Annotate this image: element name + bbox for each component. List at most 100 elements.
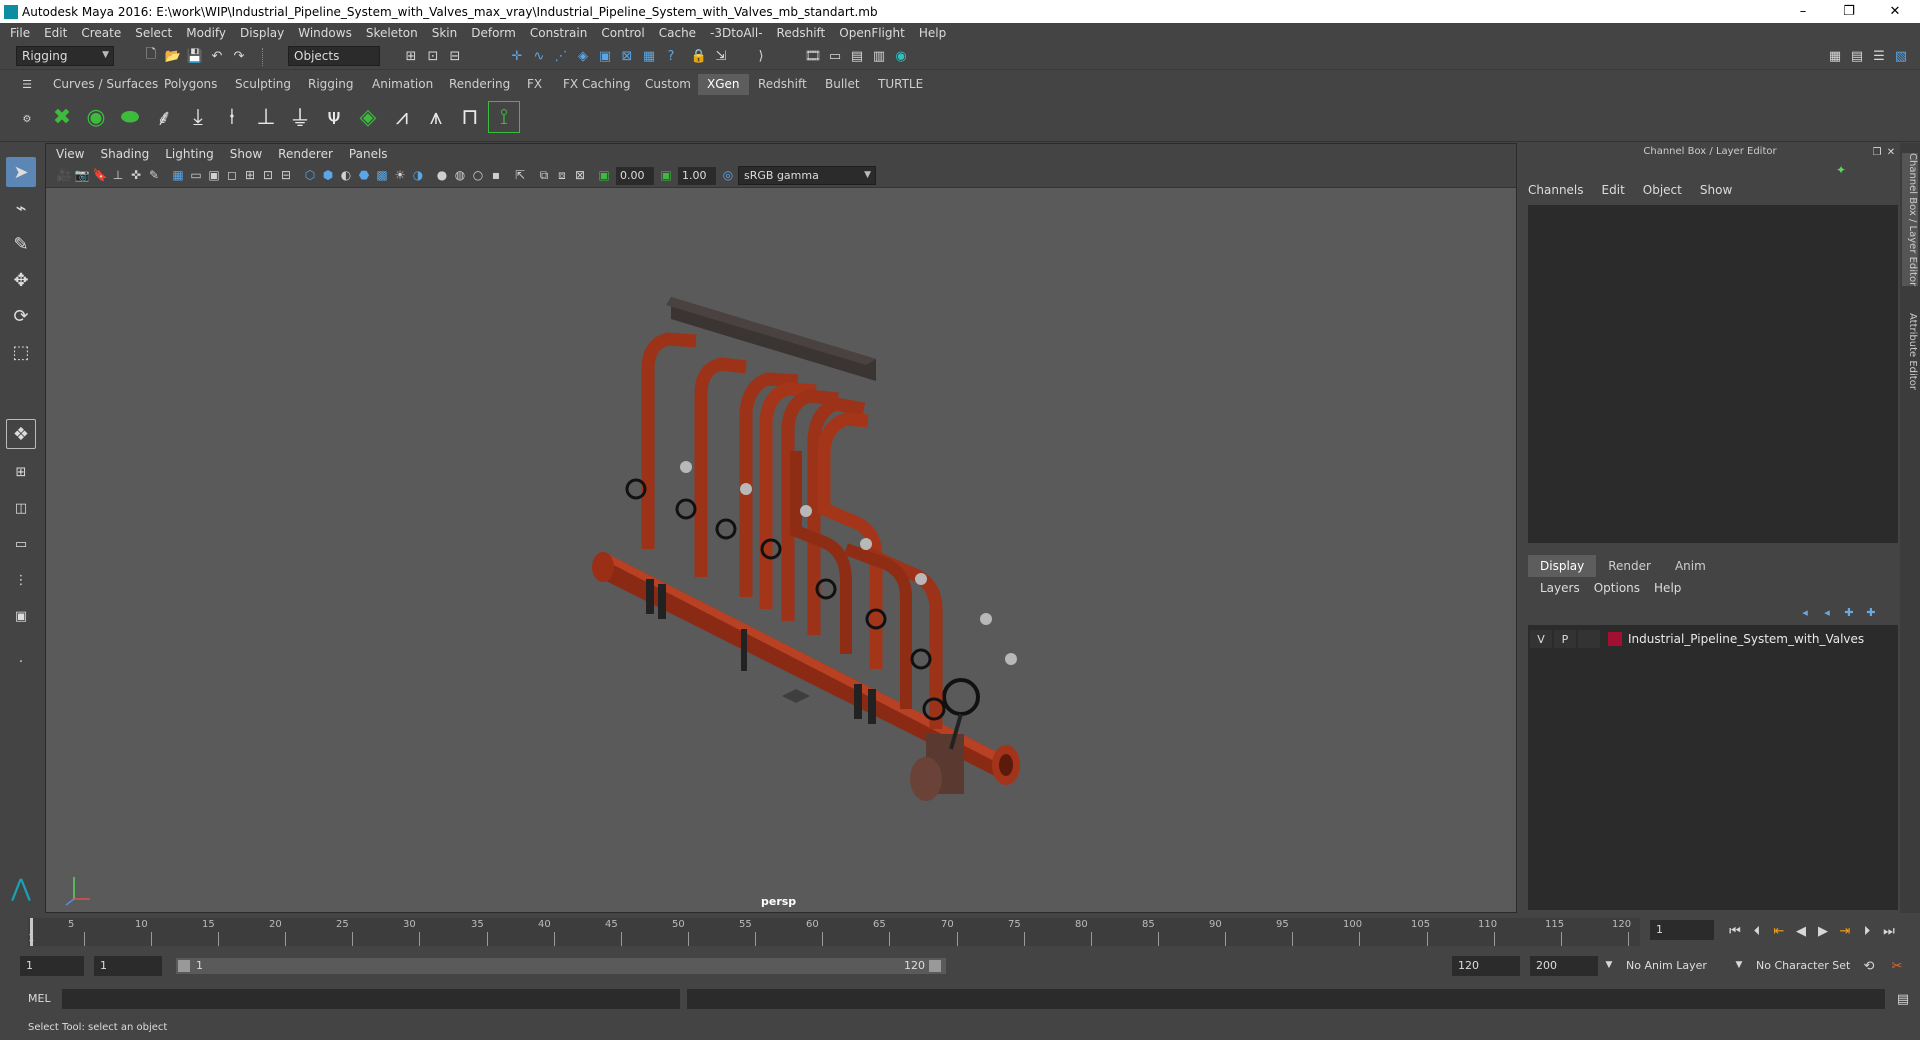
snap-surface-icon[interactable]: ▣: [596, 47, 614, 65]
go-to-end-icon[interactable]: ⏭: [1880, 922, 1898, 940]
film-gate-icon[interactable]: ▭: [188, 167, 204, 183]
screen-space-ao-icon[interactable]: ●: [434, 167, 450, 183]
move-layer-up-icon[interactable]: ◂: [1796, 603, 1814, 621]
panel-menu-lighting[interactable]: Lighting: [165, 147, 214, 161]
cb-menu-edit[interactable]: Edit: [1602, 183, 1625, 197]
play-forward-icon[interactable]: ▶: [1814, 922, 1832, 940]
history-icon[interactable]: ▦: [640, 47, 658, 65]
shelf-tab-redshift[interactable]: Redshift: [749, 74, 816, 95]
layer-name[interactable]: Industrial_Pipeline_System_with_Valves: [1628, 632, 1864, 646]
shelf-tab-xgen[interactable]: XGen: [698, 74, 749, 95]
selection-mode-dropdown[interactable]: Objects: [288, 46, 380, 66]
channel-box-area[interactable]: [1528, 205, 1898, 543]
open-scene-icon[interactable]: 📂: [164, 47, 182, 65]
toggle-sidebar-icon[interactable]: ▧: [1892, 47, 1910, 65]
layer-color-swatch[interactable]: [1608, 632, 1622, 646]
shelf-menu-icon[interactable]: ☰: [18, 75, 36, 93]
grease-pencil-icon[interactable]: ✎: [146, 167, 162, 183]
construction-icon[interactable]: ?: [662, 47, 680, 65]
cb-menu-show[interactable]: Show: [1700, 183, 1732, 197]
current-frame-marker[interactable]: [30, 918, 33, 946]
length-guides-icon[interactable]: ⊥: [250, 101, 282, 133]
layer-visibility-toggle[interactable]: V: [1530, 630, 1552, 648]
le-menu-layers[interactable]: Layers: [1540, 581, 1580, 595]
go-to-start-icon[interactable]: ⏮: [1726, 922, 1744, 940]
character-set-dropdown[interactable]: No Character Set: [1750, 956, 1870, 976]
menu-display[interactable]: Display: [240, 26, 284, 40]
rotate-tool-icon[interactable]: ⟳: [6, 301, 36, 331]
select-object-icon[interactable]: ⊡: [424, 47, 442, 65]
snap-point-icon[interactable]: ⋰: [552, 47, 570, 65]
range-slider[interactable]: 1 120: [176, 958, 946, 974]
menu-skeleton[interactable]: Skeleton: [366, 26, 418, 40]
move-guides-icon[interactable]: ⤓: [182, 101, 214, 133]
chevron-down-icon[interactable]: ▼: [1730, 956, 1748, 974]
render-frame-icon[interactable]: ▭: [826, 47, 844, 65]
maya-home-icon[interactable]: ⋀: [6, 873, 36, 903]
shadows-icon[interactable]: ◑: [410, 167, 426, 183]
layout-menu-icon[interactable]: ·: [6, 647, 36, 677]
safe-action-icon[interactable]: ⊡: [260, 167, 276, 183]
layout-graph-icon[interactable]: ⋮: [6, 565, 36, 595]
select-component-icon[interactable]: ⊟: [446, 47, 464, 65]
time-slider-track[interactable]: 1 51015202530354045505560657075808590951…: [28, 918, 1640, 946]
grid-icon[interactable]: ▦: [170, 167, 186, 183]
use-all-lights-icon[interactable]: ☀: [392, 167, 408, 183]
new-layer-icon[interactable]: ✚: [1840, 603, 1858, 621]
xgen-collection-icon[interactable]: ⬬: [114, 101, 146, 133]
xgen-editor-icon[interactable]: ✖: [46, 101, 78, 133]
menu-modify[interactable]: Modify: [186, 26, 226, 40]
motion-blur-icon[interactable]: ◍: [452, 167, 468, 183]
anti-aliasing-icon[interactable]: ○: [470, 167, 486, 183]
layer-row[interactable]: V P Industrial_Pipeline_System_with_Valv…: [1530, 629, 1896, 649]
tab-anim[interactable]: Anim: [1663, 555, 1718, 577]
ipr-render-icon[interactable]: ▤: [848, 47, 866, 65]
lock-guides-icon[interactable]: ⏚: [284, 101, 316, 133]
layout-outliner-icon[interactable]: ▭: [6, 529, 36, 559]
xray-icon[interactable]: ⧉: [536, 167, 552, 183]
layout-two-view-icon[interactable]: ◫: [6, 493, 36, 523]
tab-display[interactable]: Display: [1528, 555, 1597, 577]
redo-icon[interactable]: ↷: [230, 47, 248, 65]
gate-mask-icon[interactable]: ◻: [224, 167, 240, 183]
shelf-options-icon[interactable]: ⚙: [18, 110, 36, 128]
gamma-icon[interactable]: ▣: [658, 167, 674, 183]
close-panel-icon[interactable]: ✕: [1882, 143, 1900, 161]
new-scene-icon[interactable]: 🗋: [142, 47, 160, 65]
shelf-tab-turtle[interactable]: TURTLE: [869, 74, 932, 95]
step-forward-key-icon[interactable]: ⇥: [1836, 922, 1854, 940]
textured-icon[interactable]: ▩: [374, 167, 390, 183]
save-scene-icon[interactable]: 💾: [186, 47, 204, 65]
shelf-tab-fx[interactable]: FX: [518, 74, 551, 95]
isolate-select-icon[interactable]: ⇱: [512, 167, 528, 183]
xray-components-icon[interactable]: ⊠: [572, 167, 588, 183]
le-menu-options[interactable]: Options: [1594, 581, 1640, 595]
field-chart-icon[interactable]: ⊞: [242, 167, 258, 183]
new-layer-selected-icon[interactable]: ✚: [1862, 603, 1880, 621]
anim-end-field[interactable]: 120: [1452, 956, 1520, 976]
xray-joints-icon[interactable]: ⧈: [554, 167, 570, 183]
shelf-tab-curves[interactable]: Curves / Surfaces: [44, 74, 167, 95]
rotate-guides-icon[interactable]: ⍿: [216, 101, 248, 133]
snap-curve-icon[interactable]: ∿: [530, 47, 548, 65]
step-back-icon[interactable]: ⏴: [1748, 922, 1766, 940]
comb-guides-icon[interactable]: ⩘: [386, 101, 418, 133]
play-backward-icon[interactable]: ◀: [1792, 922, 1810, 940]
shelf-tab-bullet[interactable]: Bullet: [816, 74, 869, 95]
menu-select[interactable]: Select: [135, 26, 172, 40]
show-manipulator-icon[interactable]: ❖: [6, 419, 36, 449]
menu-3dtoall[interactable]: -3DtoAll-: [710, 26, 762, 40]
menu-edit[interactable]: Edit: [44, 26, 67, 40]
menu-redshift[interactable]: Redshift: [777, 26, 826, 40]
move-tool-icon[interactable]: ✥: [6, 265, 36, 295]
shelf-tab-fx-caching[interactable]: FX Caching: [554, 74, 639, 95]
workspace-layout-icon[interactable]: ▦: [1826, 47, 1844, 65]
channel-box-axis-icon[interactable]: ✦: [1832, 161, 1850, 179]
auto-key-icon[interactable]: ⟲: [1860, 957, 1878, 975]
undo-icon[interactable]: ↶: [208, 47, 226, 65]
exposure-icon[interactable]: ▣: [596, 167, 612, 183]
bookmark-icon[interactable]: 🔖: [92, 167, 108, 183]
hypershade-icon[interactable]: ◉: [892, 47, 910, 65]
menu-create[interactable]: Create: [81, 26, 121, 40]
step-back-key-icon[interactable]: ⇤: [1770, 922, 1788, 940]
